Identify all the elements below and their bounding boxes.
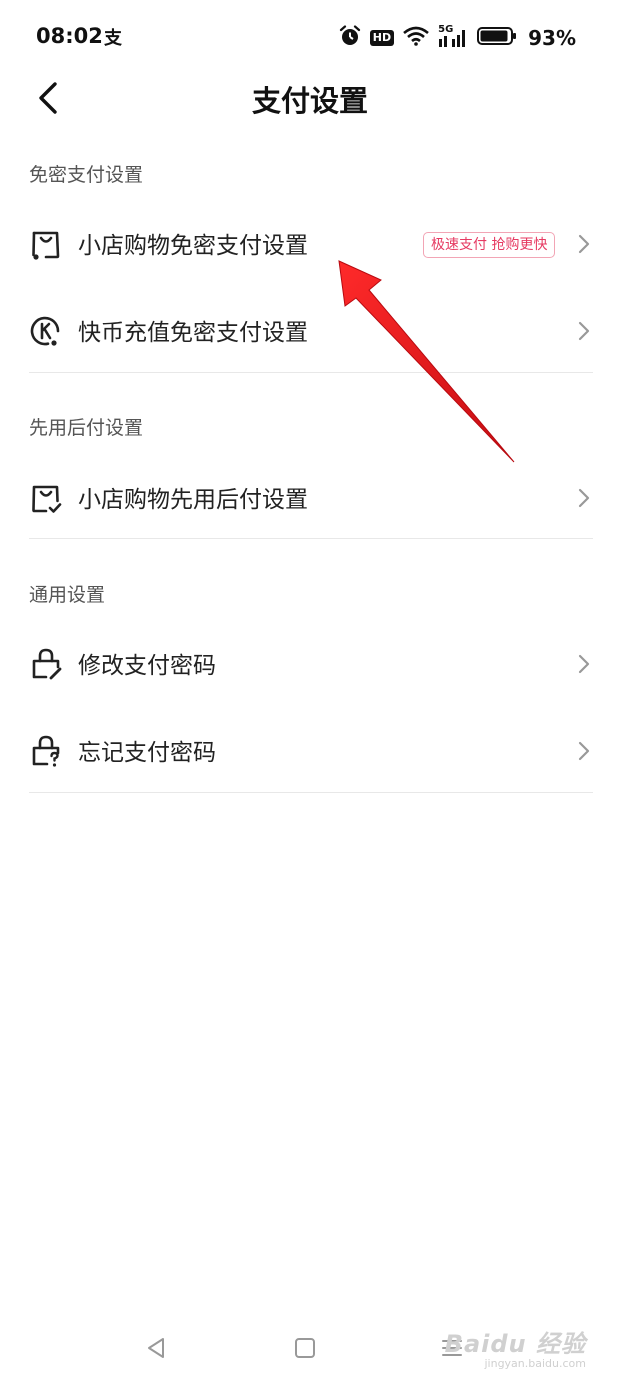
top-bar: 支付设置	[0, 70, 620, 126]
back-triangle-icon	[148, 1338, 164, 1358]
chevron-right-icon	[578, 234, 590, 254]
status-bar: 08:02 支 HD 5G 93%	[0, 0, 620, 74]
row-label: 小店购物免密支付设置	[78, 233, 308, 259]
status-time: 08:02	[36, 24, 103, 48]
row-coin-password-free[interactable]: 快币充值免密支付设置	[0, 294, 620, 366]
row-label: 忘记支付密码	[78, 740, 216, 766]
divider	[29, 372, 593, 373]
row-forgot-password[interactable]: 忘记支付密码	[0, 714, 620, 786]
status-icons: HD 5G 93%	[339, 24, 576, 52]
nav-back-button[interactable]	[134, 1330, 178, 1366]
watermark: Baidu 经验 jingyan.baidu.com	[445, 1324, 586, 1370]
battery-percent: 93%	[528, 26, 576, 50]
chevron-right-icon	[578, 321, 590, 341]
home-square-icon	[295, 1338, 315, 1358]
alipay-notification-icon: 支	[104, 28, 122, 49]
divider	[29, 792, 593, 793]
promo-badge: 极速支付 抢购更快	[423, 232, 556, 258]
divider	[29, 538, 593, 539]
row-shop-pay-later[interactable]: 小店购物先用后付设置	[0, 461, 620, 533]
battery-icon	[477, 26, 517, 50]
page-title: 支付设置	[251, 84, 368, 118]
shopping-bag-check-icon	[32, 485, 62, 513]
chevron-right-icon	[578, 741, 590, 761]
wifi-icon	[403, 26, 429, 50]
chevron-right-icon	[578, 654, 590, 674]
chevron-right-icon	[578, 488, 590, 508]
shopping-bag-icon	[32, 231, 60, 260]
signal-5g-icon: 5G	[438, 24, 468, 49]
row-label: 快币充值免密支付设置	[78, 320, 308, 346]
row-shop-password-free[interactable]: 小店购物免密支付设置 极速支付 抢购更快	[0, 207, 620, 279]
section-title-general: 通用设置	[29, 584, 106, 606]
section-title-password-free: 免密支付设置	[29, 164, 144, 186]
section-title-pay-later: 先用后付设置	[29, 417, 144, 439]
row-label: 修改支付密码	[78, 653, 216, 679]
lock-edit-icon	[32, 648, 62, 680]
row-label: 小店购物先用后付设置	[78, 487, 308, 513]
lock-question-icon	[32, 735, 60, 767]
nav-home-button[interactable]	[283, 1330, 327, 1366]
hd-icon: HD	[369, 30, 395, 46]
alarm-icon	[339, 25, 361, 51]
watermark-brand: Baidu 经验	[444, 1330, 586, 1358]
row-change-password[interactable]: 修改支付密码	[0, 627, 620, 699]
coin-k-icon	[30, 316, 60, 346]
